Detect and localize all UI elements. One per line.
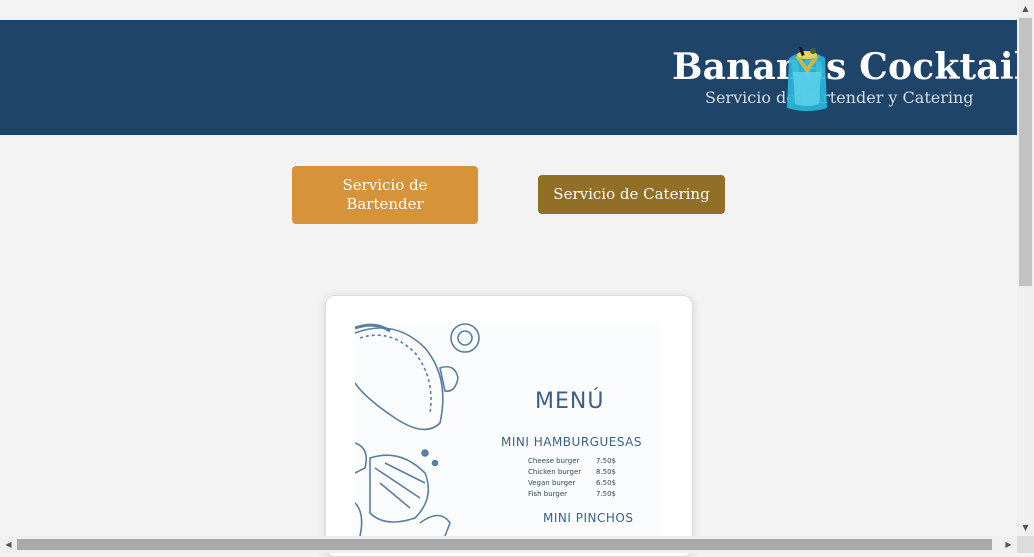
bartender-service-button[interactable]: Servicio de Bartender (292, 166, 478, 224)
scroll-left-arrow-icon[interactable]: ◀ (0, 536, 17, 553)
horizontal-scroll-thumb[interactable] (17, 539, 992, 550)
menu-section-title: MINI HAMBURGUESAS (501, 435, 642, 449)
scroll-down-arrow-icon[interactable]: ▼ (1017, 519, 1034, 536)
menu-item-price: 7.50$ (595, 490, 616, 498)
catering-service-button[interactable]: Servicio de Catering (538, 175, 725, 214)
menu-item-name: Fish burger (528, 490, 568, 498)
menu-item-name: Cheese burger (528, 457, 580, 465)
menu-image[interactable]: MENÚ MINI HAMBURGUESAS Cheese burger 7.5… (355, 323, 661, 536)
menu-title: MENÚ (535, 389, 605, 414)
menu-item: Cheese burger 7.50$ (528, 457, 616, 465)
vertical-scroll-thumb[interactable] (1019, 18, 1032, 286)
menu-item: Fish burger 7.50$ (528, 490, 616, 498)
scroll-right-arrow-icon[interactable]: ▶ (1000, 536, 1017, 553)
menu-item-price: 7.50$ (595, 457, 616, 465)
menu-item: Chicken burger 8.50$ (528, 468, 616, 476)
scrollbar-corner (1017, 536, 1034, 553)
site-subtitle: Servicio de Bartender y Catering (705, 88, 974, 107)
site-header: Bananas Cocktails Servicio de Bartender … (0, 20, 1034, 135)
food-illustration (355, 323, 480, 536)
scroll-up-arrow-icon[interactable]: ▲ (1017, 0, 1034, 17)
menu-item-price: 6.50$ (595, 479, 616, 487)
menu-item-name: Vegan burger (528, 479, 576, 487)
menu-item-name: Chicken burger (528, 468, 582, 476)
menu-section-title: MINI PINCHOS (543, 511, 634, 525)
menu-item: Vegan burger 6.50$ (528, 479, 616, 487)
top-strip (0, 0, 1017, 20)
cocktail-glass-logo[interactable] (783, 42, 831, 112)
site-title[interactable]: Bananas Cocktails (672, 46, 1034, 88)
menu-item-price: 8.50$ (595, 468, 616, 476)
